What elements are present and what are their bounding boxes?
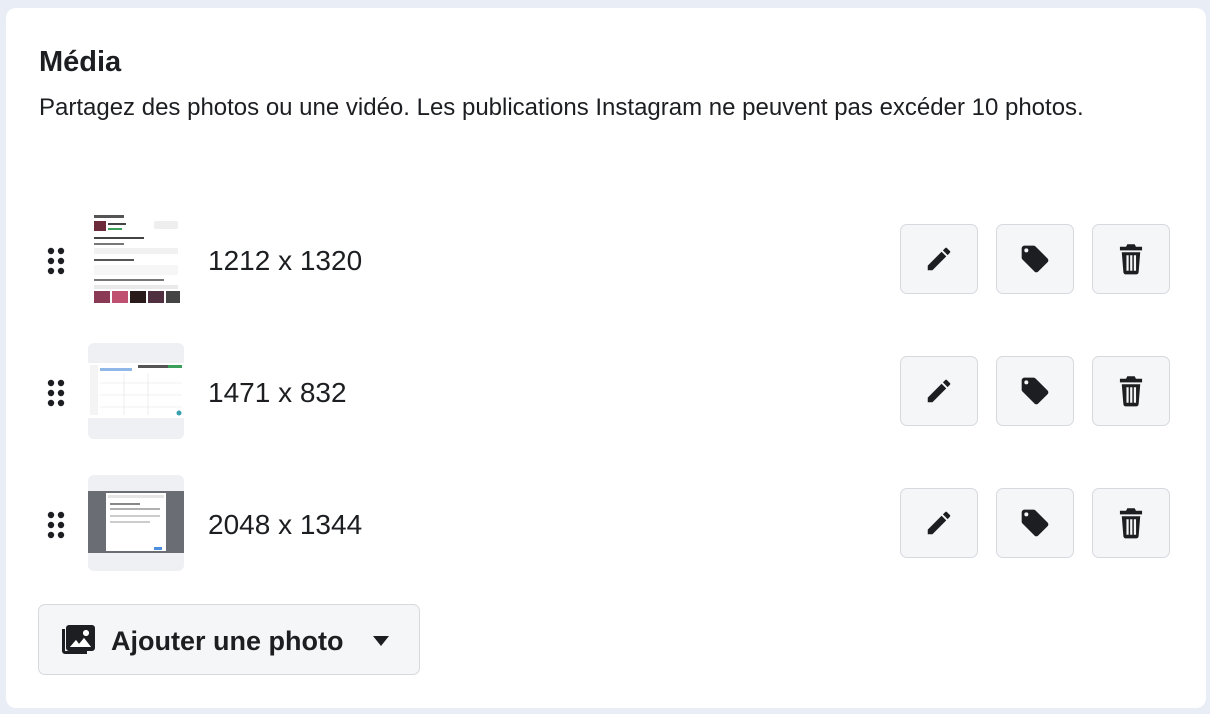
tag-icon — [1019, 507, 1051, 539]
media-dimensions: 1212 x 1320 — [208, 245, 363, 276]
section-title: Média — [39, 46, 122, 78]
edit-button[interactable] — [900, 224, 978, 294]
tag-icon — [1019, 375, 1051, 407]
add-photo-button[interactable]: Ajouter une photo — [38, 604, 420, 675]
photo-gallery-icon — [61, 625, 95, 660]
media-item: 2048 x 1344 — [6, 475, 1206, 571]
tag-button[interactable] — [996, 356, 1074, 426]
trash-icon — [1116, 243, 1146, 275]
pencil-icon — [924, 244, 954, 274]
media-dimensions: 1471 x 832 — [208, 377, 347, 408]
add-photo-label: Ajouter une photo — [111, 626, 344, 656]
tag-button[interactable] — [996, 488, 1074, 558]
drag-handle-icon[interactable] — [46, 511, 66, 541]
section-description: Partagez des photos ou une vidéo. Les pu… — [39, 94, 1084, 121]
media-item: 1212 x 1320 — [6, 211, 1206, 307]
tag-icon — [1019, 243, 1051, 275]
pencil-icon — [924, 508, 954, 538]
delete-button[interactable] — [1092, 356, 1170, 426]
media-thumbnail[interactable] — [88, 211, 184, 307]
delete-button[interactable] — [1092, 224, 1170, 294]
media-thumbnail[interactable] — [88, 475, 184, 571]
media-thumbnail[interactable] — [88, 343, 184, 439]
edit-button[interactable] — [900, 488, 978, 558]
edit-button[interactable] — [900, 356, 978, 426]
media-item: 1471 x 832 — [6, 343, 1206, 439]
drag-handle-icon[interactable] — [46, 247, 66, 277]
drag-handle-icon[interactable] — [46, 379, 66, 409]
tag-button[interactable] — [996, 224, 1074, 294]
media-card: Média Partagez des photos ou une vidéo. … — [6, 8, 1206, 708]
pencil-icon — [924, 376, 954, 406]
trash-icon — [1116, 507, 1146, 539]
delete-button[interactable] — [1092, 488, 1170, 558]
trash-icon — [1116, 375, 1146, 407]
media-dimensions: 2048 x 1344 — [208, 509, 363, 540]
caret-down-icon — [371, 634, 391, 652]
